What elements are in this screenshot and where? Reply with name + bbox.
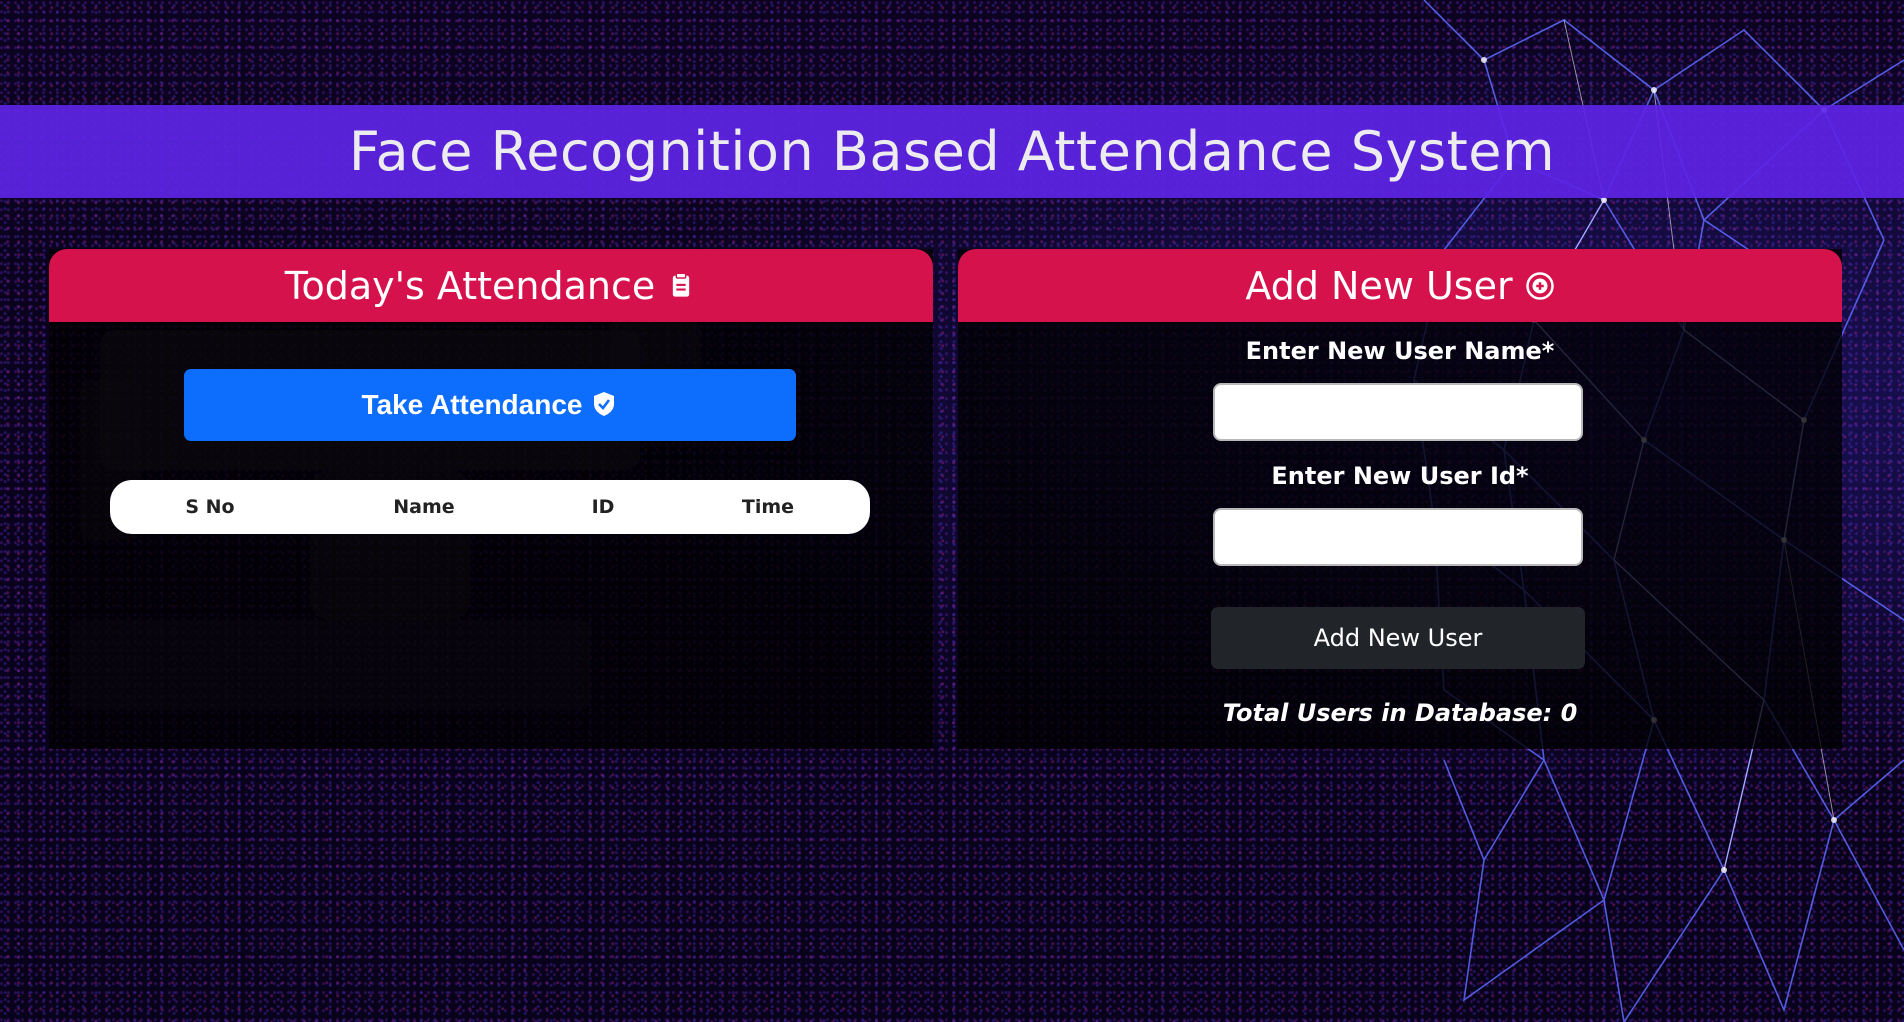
- user-id-label: Enter New User Id*: [1271, 462, 1529, 490]
- user-id-input[interactable]: [1213, 508, 1583, 566]
- column-header-sno: S No: [185, 496, 235, 518]
- add-user-panel-title: Add New User: [1245, 263, 1513, 308]
- header-bar: Face Recognition Based Attendance System: [0, 105, 1904, 198]
- column-header-time: Time: [741, 496, 795, 518]
- user-name-input[interactable]: [1213, 383, 1583, 441]
- clipboard-icon: [667, 271, 697, 301]
- column-header-id: ID: [591, 496, 615, 518]
- add-user-panel-header: Add New User: [958, 249, 1842, 322]
- attendance-panel: Today's Attendance Take Attendance S No …: [49, 249, 933, 749]
- add-new-user-button[interactable]: Add New User: [1211, 607, 1585, 669]
- column-header-name: Name: [393, 496, 455, 518]
- page-title: Face Recognition Based Attendance System: [348, 120, 1556, 183]
- attendance-panel-title: Today's Attendance: [284, 263, 656, 308]
- shield-check-icon: [592, 391, 618, 419]
- take-attendance-button[interactable]: Take Attendance: [184, 369, 796, 441]
- user-name-label: Enter New User Name*: [1245, 337, 1555, 365]
- total-users-text: Total Users in Database: 0: [1222, 699, 1578, 727]
- take-attendance-label: Take Attendance: [361, 389, 583, 420]
- attendance-table-header: S No Name ID Time: [110, 480, 870, 534]
- add-user-panel: Add New User Enter New User Name* Enter …: [958, 249, 1842, 749]
- attendance-panel-header: Today's Attendance: [49, 249, 933, 322]
- plus-circle-icon: [1525, 271, 1555, 301]
